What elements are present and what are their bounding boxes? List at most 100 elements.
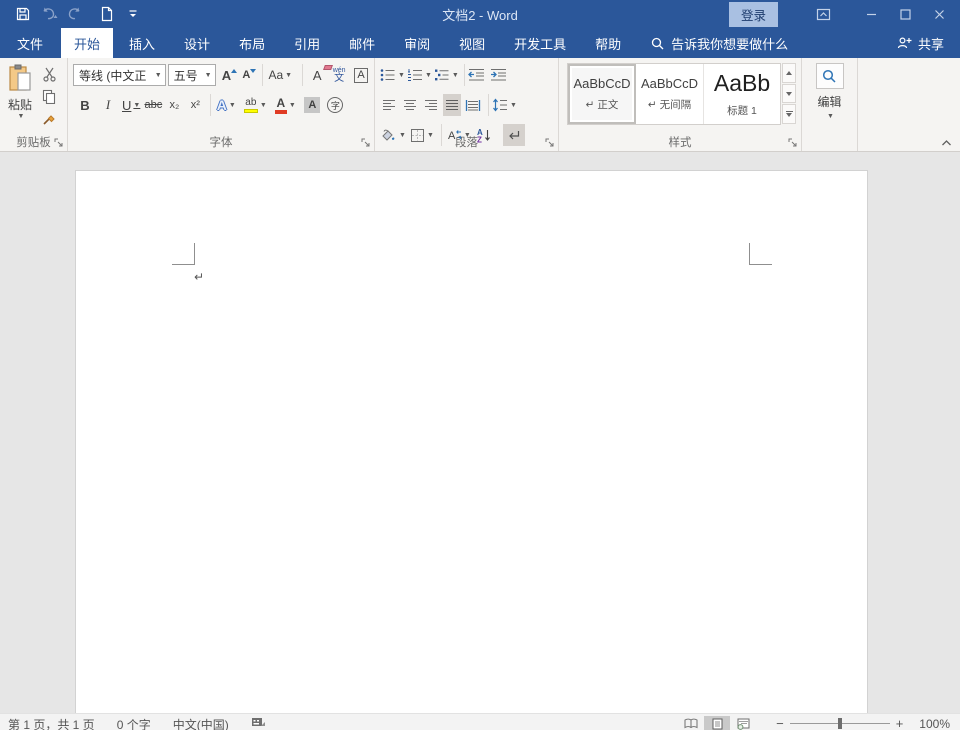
editing-button[interactable] (815, 63, 844, 89)
tell-me-search[interactable]: 告诉我你想要做什么 (651, 28, 788, 58)
bullets-button[interactable]: ▼ (380, 64, 405, 86)
justify-button[interactable] (443, 94, 461, 116)
tab-layout[interactable]: 布局 (226, 28, 278, 58)
character-border-button[interactable]: A (350, 64, 372, 86)
group-font: 等线 (中文正 ▼ 五号 ▼ A A Aa ▼ A wén 文 A B I U … (68, 58, 375, 151)
margin-crop-mark-top-left (172, 243, 195, 265)
word-count[interactable]: 0 个字 (117, 716, 151, 730)
phonetic-guide-button[interactable]: wén 文 (328, 64, 350, 86)
web-layout-view-button[interactable] (730, 716, 756, 730)
change-case-button[interactable]: Aa ▼ (266, 64, 294, 86)
styles-scroll-down-button[interactable] (782, 83, 796, 104)
dialog-launcher-icon (54, 138, 63, 147)
grow-font-button[interactable]: A (220, 64, 240, 86)
styles-more-button[interactable] (782, 104, 796, 125)
distribute-text-button[interactable] (464, 94, 482, 116)
zoom-slider-thumb[interactable] (837, 718, 842, 729)
numbering-button[interactable]: ▼ (407, 64, 432, 86)
tab-mailings[interactable]: 邮件 (336, 28, 388, 58)
proofing-status-button[interactable] (251, 716, 266, 729)
highlight-dropdown-arrow: ▼ (259, 101, 267, 109)
chevron-up-icon (942, 140, 951, 146)
character-shading-button[interactable]: A (302, 94, 322, 116)
document-page[interactable]: ↵ (75, 170, 868, 713)
zoom-out-button[interactable]: − (770, 717, 790, 730)
tab-insert[interactable]: 插入 (116, 28, 168, 58)
read-mode-view-button[interactable] (678, 716, 704, 730)
italic-button[interactable]: I (99, 94, 117, 116)
minimize-button[interactable] (854, 2, 888, 26)
tab-review[interactable]: 审阅 (391, 28, 443, 58)
clipboard-dialog-launcher[interactable] (54, 138, 64, 148)
text-effects-button[interactable]: A ▼ (214, 94, 238, 116)
redo-button[interactable] (62, 2, 88, 26)
paragraph-dialog-launcher[interactable] (545, 138, 555, 148)
undo-button[interactable] (36, 2, 62, 26)
subscript-button[interactable]: x₂ (165, 94, 183, 116)
phonetic-icon: wén 文 (332, 66, 346, 84)
shrink-font-button[interactable]: A (239, 64, 259, 86)
language-indicator[interactable]: 中文(中国) (173, 716, 229, 730)
qat-dropdown-icon (129, 10, 137, 17)
multilevel-list-button[interactable]: ▼ (434, 64, 459, 86)
copy-button[interactable] (38, 86, 60, 107)
text-effects-dropdown-arrow: ▼ (228, 101, 236, 109)
close-icon (934, 9, 944, 19)
group-paragraph: ▼ ▼ ▼ ▼ ▼ ▼ A ▼ A Z 段落 (375, 58, 559, 151)
strikethrough-button[interactable]: abc (144, 94, 162, 116)
tab-view[interactable]: 视图 (446, 28, 498, 58)
font-dialog-launcher[interactable] (361, 138, 371, 148)
page-indicator[interactable]: 第 1 页，共 1 页 (8, 716, 95, 730)
style-heading1[interactable]: AaBb 标题 1 (704, 64, 780, 124)
style-no-spacing[interactable]: AaBbCcD ↵ 无间隔 (636, 64, 704, 124)
format-painter-button[interactable] (38, 108, 60, 129)
decrease-indent-button[interactable] (468, 64, 486, 86)
tab-file[interactable]: 文件 (2, 28, 58, 58)
print-layout-view-button[interactable] (704, 716, 731, 730)
align-right-button[interactable] (422, 94, 440, 116)
zoom-in-button[interactable]: + (890, 717, 910, 730)
style-normal[interactable]: AaBbCcD ↵ 正文 (568, 64, 636, 124)
customize-qat-button[interactable] (120, 2, 146, 26)
zoom-slider[interactable] (789, 718, 890, 729)
align-left-button[interactable] (380, 94, 398, 116)
zoom-percentage[interactable]: 100% (919, 717, 950, 730)
share-button[interactable]: 共享 (897, 28, 960, 58)
ribbon-display-options-button[interactable] (806, 2, 840, 26)
styles-dialog-launcher[interactable] (788, 138, 798, 148)
undo-icon (43, 7, 58, 20)
cut-button[interactable] (38, 64, 60, 85)
increase-indent-button[interactable] (490, 64, 508, 86)
collapse-ribbon-button[interactable] (941, 139, 952, 147)
close-button[interactable] (922, 2, 956, 26)
group-styles: AaBbCcD ↵ 正文 AaBbCcD ↵ 无间隔 AaBb 标题 1 样式 (559, 58, 802, 151)
underline-button[interactable]: U ▼ (122, 94, 140, 116)
distribute-icon (465, 99, 481, 111)
dialog-launcher-icon (788, 138, 797, 147)
clear-formatting-button[interactable]: A (306, 64, 334, 86)
shrink-font-arrow-icon (250, 69, 257, 73)
ribbon-tab-row: 文件 开始 插入 设计 布局 引用 邮件 审阅 视图 开发工具 帮助 告诉我你想… (0, 28, 960, 58)
maximize-button[interactable] (888, 2, 922, 26)
bold-button[interactable]: B (76, 94, 94, 116)
text-highlight-button[interactable]: ab ▼ (241, 94, 269, 116)
font-size-select[interactable]: 五号 ▼ (167, 64, 216, 86)
font-name-select[interactable]: 等线 (中文正 ▼ (73, 64, 166, 86)
new-document-button[interactable] (94, 2, 120, 26)
superscript-button[interactable]: x² (186, 94, 204, 116)
tab-help[interactable]: 帮助 (582, 28, 634, 58)
tab-design[interactable]: 设计 (171, 28, 223, 58)
styles-scroll-up-button[interactable] (782, 63, 796, 83)
font-color-dropdown-arrow: ▼ (288, 101, 296, 109)
line-spacing-button[interactable]: ▼ (492, 94, 517, 116)
enclose-characters-button[interactable]: 字 (325, 94, 345, 116)
align-center-button[interactable] (401, 94, 419, 116)
tab-home[interactable]: 开始 (61, 28, 114, 58)
tab-references[interactable]: 引用 (281, 28, 333, 58)
paste-button[interactable]: 粘贴 ▼ (2, 62, 38, 134)
status-bar: 第 1 页，共 1 页 0 个字 中文(中国) − + 100% (0, 713, 960, 730)
font-color-button[interactable]: A ▼ (272, 94, 298, 116)
tab-developer[interactable]: 开发工具 (501, 28, 579, 58)
sign-in-button[interactable]: 登录 (728, 1, 778, 27)
save-button[interactable] (10, 2, 36, 26)
